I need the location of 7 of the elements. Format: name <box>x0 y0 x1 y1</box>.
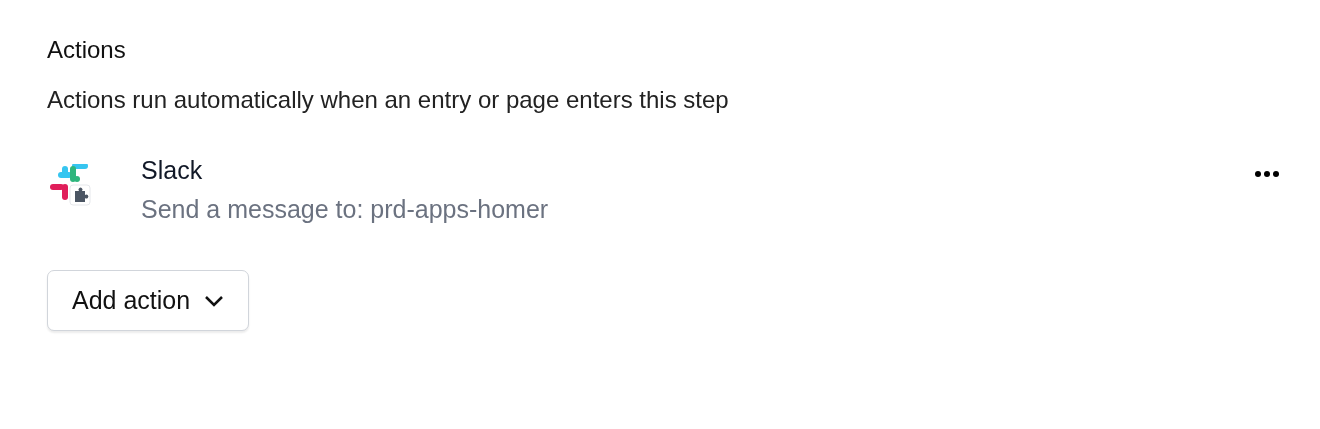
section-description: Actions run automatically when an entry or page enters this step <box>47 86 730 114</box>
more-options-icon[interactable] <box>1254 170 1280 178</box>
chevron-down-icon <box>204 294 225 307</box>
action-name: Slack <box>141 156 204 185</box>
add-action-button[interactable]: Add action <box>47 270 250 331</box>
action-detail: Send a message to: prd-apps-homer <box>141 195 550 224</box>
section-title: Actions <box>47 36 127 64</box>
